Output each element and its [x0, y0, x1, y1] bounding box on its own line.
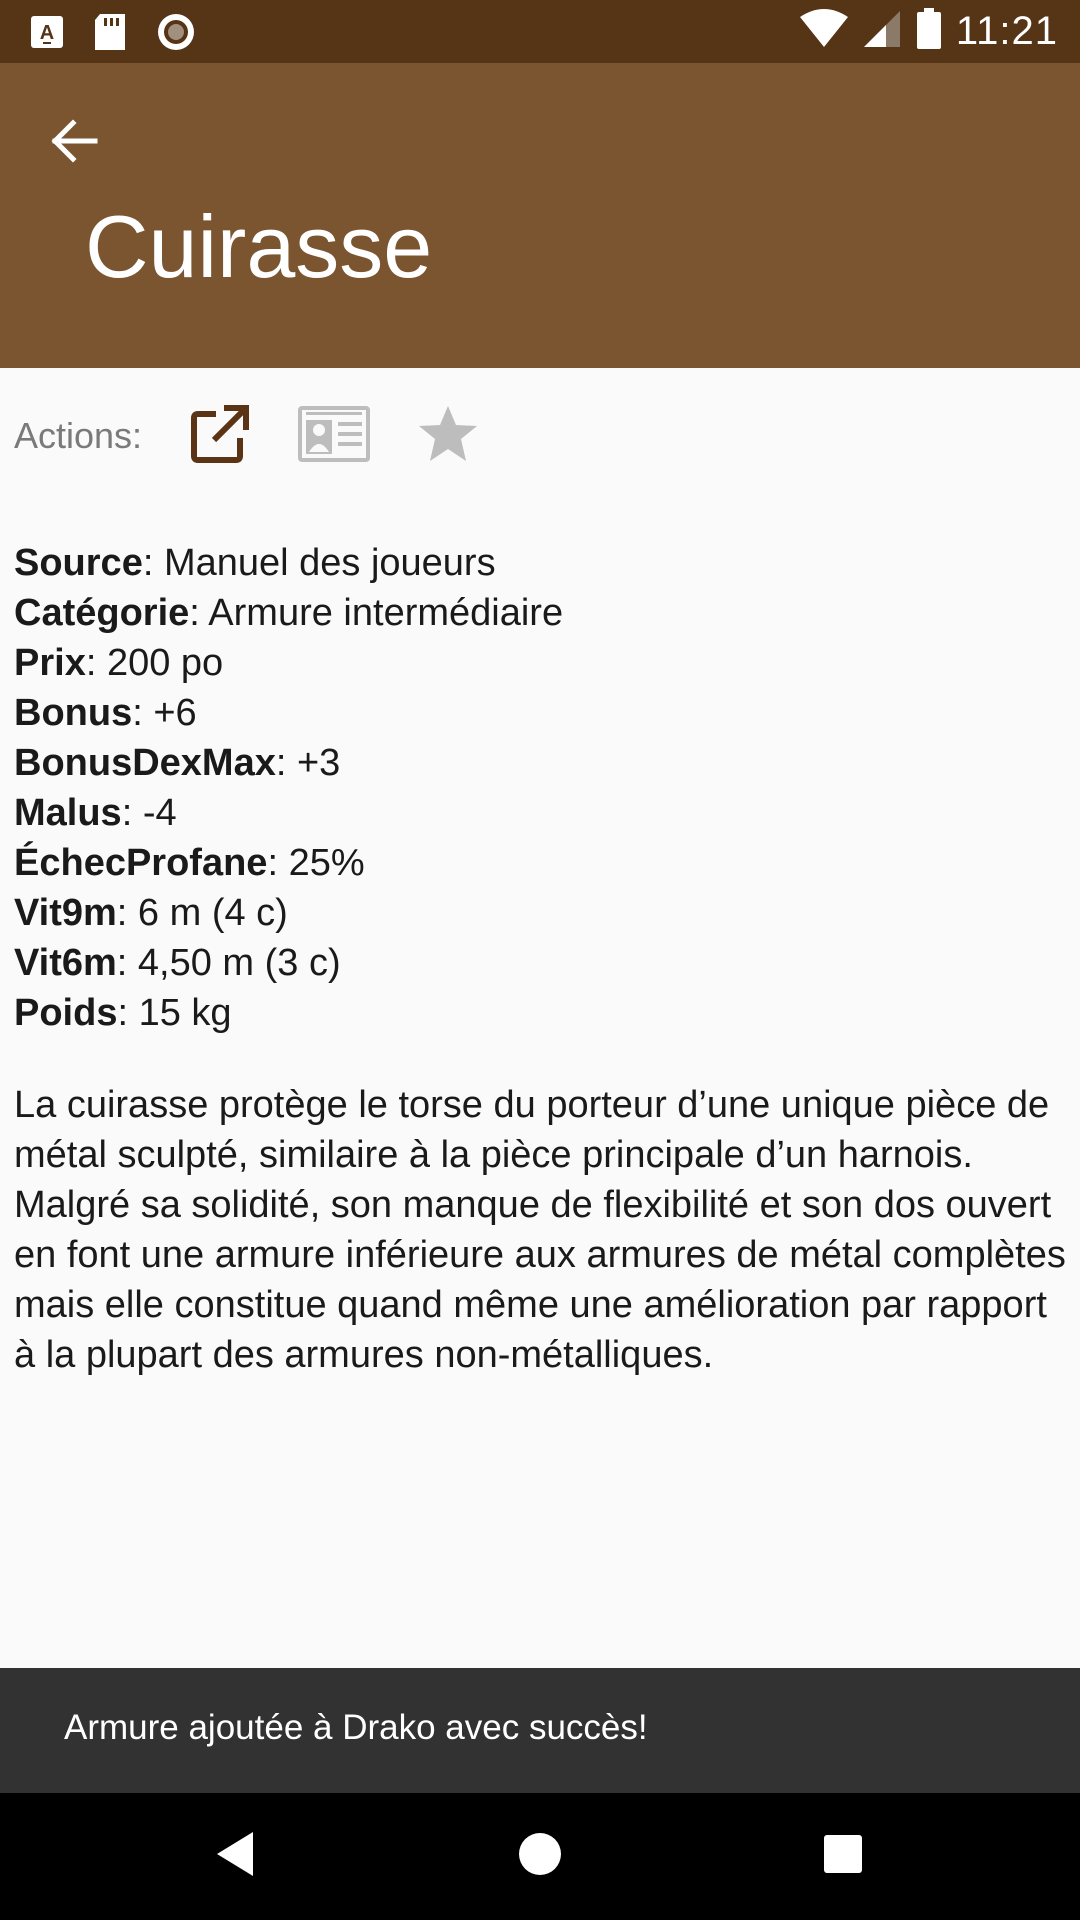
- detail-label: Bonus: [14, 692, 133, 734]
- character-sheet-button[interactable]: [294, 396, 374, 476]
- back-button[interactable]: [40, 109, 108, 177]
- detail-label: ÉchecProfane: [14, 842, 268, 884]
- open-external-icon: [190, 404, 250, 469]
- sd-card-icon: [94, 13, 126, 56]
- nav-recents-button[interactable]: [808, 1821, 878, 1891]
- detail-label: Prix: [14, 642, 86, 684]
- detail-label: Vit6m: [14, 942, 117, 984]
- detail-row-speed-9m: Vit9m: 6 m (4 c): [14, 888, 1066, 938]
- open-external-button[interactable]: [180, 396, 260, 476]
- star-icon: [417, 404, 479, 469]
- record-icon: [156, 12, 196, 57]
- status-bar: A 11:21: [0, 0, 1080, 63]
- id-card-icon: [298, 405, 371, 467]
- detail-value: : Manuel des joueurs: [142, 542, 496, 584]
- snackbar: Armure ajoutée à Drako avec succès!: [0, 1668, 1080, 1793]
- detail-row-arcane-failure: ÉchecProfane: 25%: [14, 838, 1066, 888]
- back-triangle-icon: [213, 1830, 257, 1883]
- arrow-back-icon: [49, 118, 99, 168]
- app-bar: Cuirasse: [0, 63, 1080, 368]
- detail-value: : Armure intermédiaire: [189, 592, 564, 634]
- status-left-icons: A: [30, 12, 196, 57]
- detail-label: Poids: [14, 992, 118, 1034]
- detail-row-bonus: Bonus: +6: [14, 688, 1066, 738]
- nav-home-button[interactable]: [505, 1821, 575, 1891]
- detail-value: : 15 kg: [117, 992, 232, 1034]
- recents-square-icon: [822, 1833, 864, 1880]
- detail-label: Vit9m: [14, 892, 117, 934]
- status-right-icons: 11:21: [799, 6, 1058, 56]
- battery-icon: [916, 7, 942, 55]
- detail-row-weight: Poids: 15 kg: [14, 988, 1066, 1038]
- detail-value: : 200 po: [85, 642, 224, 684]
- status-time: 11:21: [955, 8, 1058, 53]
- detail-row-category: Catégorie: Armure intermédiaire: [14, 588, 1066, 638]
- detail-value: : -4: [121, 792, 177, 834]
- nav-bar: [0, 1793, 1080, 1920]
- signal-icon: [862, 9, 902, 54]
- detail-value: : 4,50 m (3 c): [116, 942, 341, 984]
- item-description: La cuirasse protège le torse du porteur …: [14, 1084, 1066, 1376]
- detail-row-bonus-dex-max: BonusDexMax: +3: [14, 738, 1066, 788]
- favorite-button[interactable]: [408, 396, 488, 476]
- nav-back-button[interactable]: [200, 1821, 270, 1891]
- home-circle-icon: [517, 1831, 563, 1882]
- detail-value: : +3: [275, 742, 341, 784]
- page-title: Cuirasse: [85, 197, 433, 296]
- svg-text:A: A: [40, 22, 54, 44]
- details-list: Source: Manuel des joueurs Catégorie: Ar…: [14, 538, 1066, 1038]
- actions-label: Actions:: [14, 415, 143, 456]
- a-notification-icon: A: [30, 15, 64, 54]
- actions-row: Actions:: [14, 396, 522, 476]
- detail-label: Malus: [14, 792, 122, 834]
- detail-label: Catégorie: [14, 592, 190, 634]
- wifi-icon: [799, 8, 848, 54]
- detail-row-source: Source: Manuel des joueurs: [14, 538, 1066, 588]
- detail-value: : +6: [132, 692, 197, 734]
- detail-label: Source: [14, 542, 143, 584]
- detail-row-price: Prix: 200 po: [14, 638, 1066, 688]
- detail-label: BonusDexMax: [14, 742, 276, 784]
- detail-value: : 6 m (4 c): [116, 892, 288, 934]
- detail-row-malus: Malus: -4: [14, 788, 1066, 838]
- screen: A 11:21 Cuirasse Actions: Source: Manuel…: [0, 0, 1080, 1920]
- snackbar-message: Armure ajoutée à Drako avec succès!: [64, 1708, 648, 1747]
- detail-value: : 25%: [267, 842, 365, 884]
- detail-row-speed-6m: Vit6m: 4,50 m (3 c): [14, 938, 1066, 988]
